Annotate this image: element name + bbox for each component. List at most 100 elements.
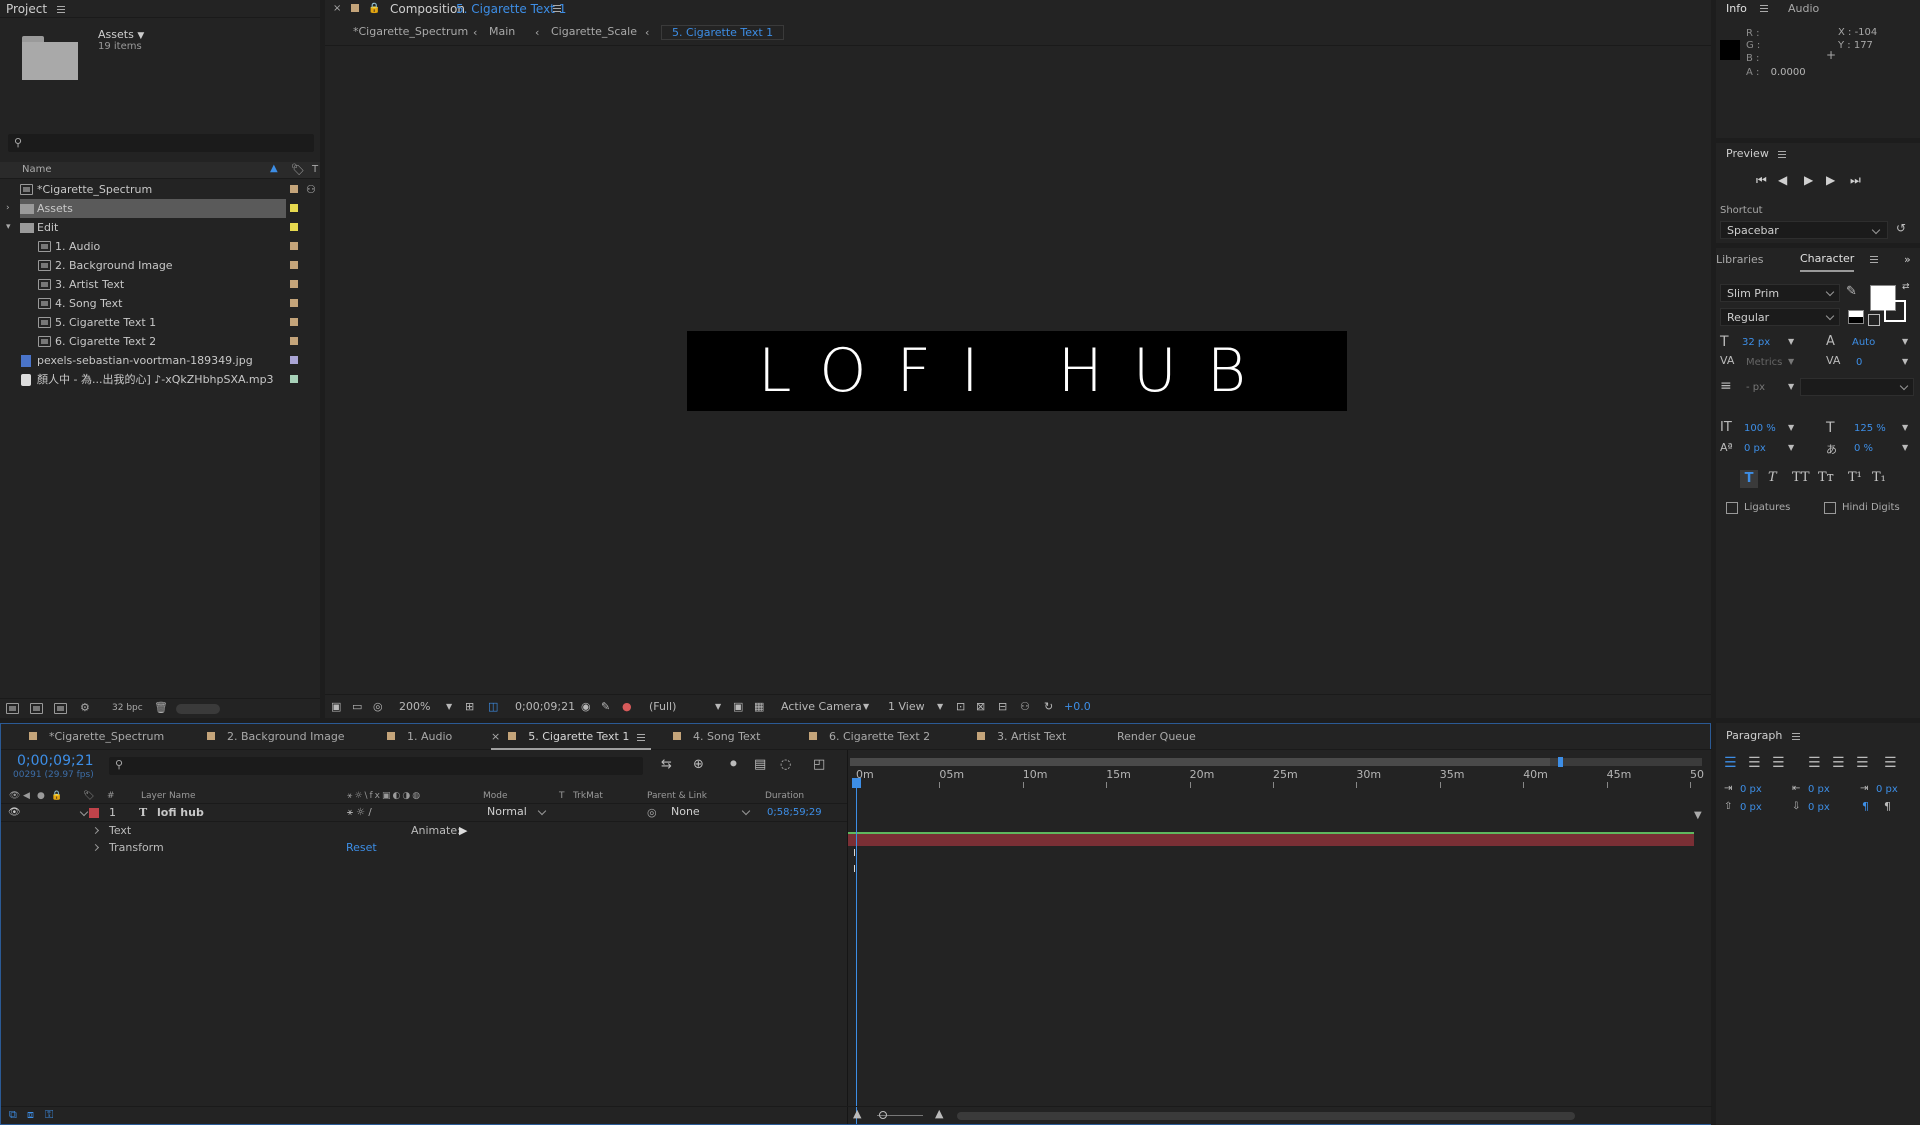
timeline-tab[interactable]: *Cigarette_Spectrum [29,724,164,750]
col-type-icon[interactable]: T [312,164,318,175]
thumbnail-slider[interactable] [176,704,220,714]
eyedropper-icon[interactable]: ✎ [1846,284,1857,299]
indent-right-value[interactable]: 0 px [1876,784,1898,795]
timeline-timecode[interactable]: 0;00;09;21 [17,753,94,769]
tab-character[interactable]: Character [1800,248,1855,272]
blend-mode-select[interactable]: Normal [481,804,549,821]
exposure-value[interactable]: +0.0 [1064,695,1091,719]
align-center-icon[interactable]: ☰ [1748,755,1761,771]
chevron-down-icon[interactable]: ▼ [937,695,943,719]
graph-editor-icon[interactable]: ◰ [813,757,825,772]
flowchart-icon[interactable]: ⚇ [306,180,316,199]
label-color-swatch[interactable] [290,204,298,212]
ltr-direction-icon[interactable]: ¶ [1862,800,1869,813]
toggle-modes-icon[interactable]: ⚿ [45,1108,53,1122]
timeline-scrollbar[interactable] [957,1112,1575,1120]
views-select[interactable]: 1 View [888,695,925,719]
next-frame-icon[interactable]: ▶ [1826,173,1835,187]
render-time-icon[interactable]: ⧉ [9,1108,17,1122]
label-color-swatch[interactable] [290,261,298,269]
playhead-head[interactable] [852,778,861,788]
text-layer-canvas[interactable]: LOFI HUB [687,331,1347,411]
camera-snapshot-icon[interactable]: ◉ [581,695,591,719]
prev-frame-icon[interactable]: ◀ [1778,173,1787,187]
fast-preview-icon[interactable]: ⊠ [976,695,985,719]
tracking-value[interactable]: 0 [1856,357,1862,368]
breadcrumb-item[interactable]: *Cigarette_Spectrum [353,25,468,38]
chevron-down-icon[interactable]: ▾ [6,218,11,237]
horizontal-scale-value[interactable]: 125 % [1854,423,1886,434]
reset-link[interactable]: Reset [346,839,377,856]
zoom-slider-handle[interactable] [879,1111,887,1119]
justify-right-icon[interactable]: ☰ [1856,755,1869,771]
camera-select[interactable]: Active Camera [781,695,862,719]
timeline-icon[interactable]: ⊟ [998,695,1007,719]
comp-mini-flowchart-icon[interactable]: ⇆ [661,757,672,772]
col-layer-name[interactable]: Layer Name [141,788,196,804]
chevron-down-icon[interactable]: ▼ [1902,357,1908,366]
layer-color-label[interactable] [89,808,99,818]
font-family-select[interactable]: Slim Prim [1720,284,1840,302]
play-icon[interactable]: ▶ [1804,173,1813,187]
text-property-row[interactable]: Text Animate: ▶ [1,822,847,839]
eye-icon[interactable]: 👁 [9,788,20,804]
col-parent[interactable]: Parent & Link [647,788,707,804]
chevron-down-icon[interactable]: ▼ [1788,443,1794,452]
toggle-switches-icon[interactable]: ⧈ [27,1108,34,1122]
chevron-down-icon[interactable]: ▼ [1788,337,1794,346]
panel-menu-icon[interactable] [637,733,646,741]
resolution-select[interactable]: (Full) [649,695,676,719]
timeline-search[interactable]: ⚲ [109,757,643,775]
align-left-icon[interactable]: ☰ [1724,755,1737,771]
chevron-right-icon[interactable]: › [6,199,10,218]
zoom-in-icon[interactable]: ▲ [935,1107,943,1120]
zoom-select[interactable]: 200% [399,695,430,719]
first-frame-icon[interactable]: ⏮ [1756,173,1767,188]
panel-menu-icon[interactable] [1870,256,1878,263]
panel-menu-icon[interactable] [1778,150,1787,158]
time-ruler[interactable]: 0m 05m 10m 15m 20m 25m 30m 35m 40m 45m 50 [848,768,1704,788]
small-caps-button[interactable]: Tт [1818,470,1834,485]
space-before-value[interactable]: 0 px [1740,802,1762,813]
project-item[interactable]: 1. Audio [0,237,312,256]
justify-left-icon[interactable]: ☰ [1808,755,1821,771]
kerning-value[interactable]: Metrics [1746,357,1782,368]
interpret-footage-icon[interactable] [6,703,19,714]
vr-icon[interactable]: ◎ [373,695,383,719]
timeline-tab[interactable]: 2. Background Image [207,724,345,750]
project-item[interactable]: 2. Background Image [0,256,312,275]
flowchart-icon[interactable]: ⚇ [1020,695,1030,719]
bpc-label[interactable]: 32 bpc [112,703,143,713]
chevron-down-icon[interactable]: ▼ [1788,357,1794,366]
panel-menu-icon[interactable] [553,5,561,12]
always-preview-icon[interactable]: ▣ [331,695,341,719]
adjust-icon[interactable]: ⚙ [80,701,90,714]
shy-layers-icon[interactable]: ⚫ [728,757,739,772]
subscript-button[interactable]: T₁ [1872,470,1886,485]
chevron-down-icon[interactable]: ▼ [863,695,869,719]
new-comp-icon[interactable] [54,703,67,714]
zoom-out-icon[interactable]: ▲ [853,1107,861,1120]
audio-icon[interactable]: ◀ [23,788,30,804]
grid-icon[interactable]: ⊞ [465,695,474,719]
project-item[interactable]: › Assets [6,199,298,218]
lock-icon[interactable]: 🔒 [368,0,380,18]
leading-value[interactable]: Auto [1852,337,1875,348]
layer-duration-bar[interactable] [848,832,1694,846]
pickwhip-icon[interactable]: ◎ [647,804,657,822]
label-color-swatch[interactable] [290,318,298,326]
parent-select[interactable]: None [665,804,755,821]
timeline-graph[interactable]: 0m 05m 10m 15m 20m 25m 30m 35m 40m 45m 50 I I ▼ [847,750,1711,1124]
chevron-down-icon[interactable]: ▼ [715,695,721,719]
region-icon[interactable]: ▣ [733,695,743,719]
col-trkmat[interactable]: TrkMat [573,788,603,804]
project-item[interactable]: 3. Artist Text [0,275,312,294]
work-area-end-handle[interactable] [1558,757,1563,767]
indent-left-value[interactable]: 0 px [1740,784,1762,795]
close-icon[interactable]: × [333,0,341,18]
lock-icon[interactable]: 🔒 [51,788,62,804]
chevron-down-icon[interactable]: ▼ [446,695,452,719]
ligatures-checkbox[interactable] [1726,502,1738,514]
chevron-down-icon[interactable]: ▼ [1902,337,1908,346]
label-tag-icon[interactable]: 🏷 [83,788,94,804]
